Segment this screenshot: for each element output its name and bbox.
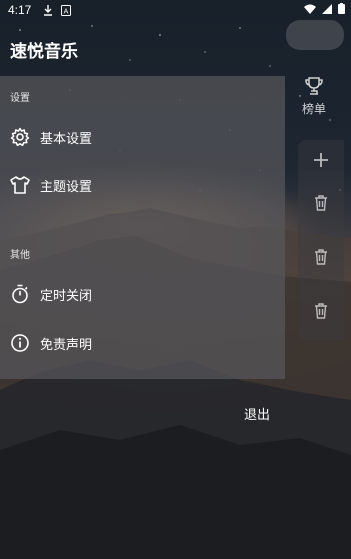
- menu-item-label: 定时关闭: [40, 288, 93, 304]
- menu-item-theme-settings[interactable]: 主题设置: [0, 163, 285, 207]
- tab-charts[interactable]: 榜单: [294, 76, 334, 117]
- delete-icon[interactable]: [312, 194, 330, 212]
- delete-icon[interactable]: [312, 302, 330, 320]
- exit-button[interactable]: 退出: [244, 404, 270, 423]
- svg-text:A: A: [64, 8, 69, 15]
- trophy-icon: [305, 77, 323, 95]
- navigation-drawer: 速悦音乐 设置 基本设置 主题设置 其他 定时关闭 免责声明: [0, 0, 285, 379]
- notification-app-icon: A: [61, 4, 72, 16]
- menu-item-label: 主题设置: [40, 179, 93, 195]
- drawer-title: 速悦音乐: [10, 42, 78, 62]
- signal-icon: [322, 3, 332, 14]
- wifi-icon: [304, 4, 316, 14]
- menu-item-disclaimer[interactable]: 免责声明: [0, 321, 285, 365]
- menu-item-label: 基本设置: [40, 131, 93, 147]
- status-bar: 4:17 A: [0, 0, 351, 20]
- search-bar[interactable]: [286, 20, 344, 50]
- download-icon: [44, 4, 53, 16]
- add-icon[interactable]: [312, 151, 330, 169]
- delete-icon[interactable]: [312, 248, 330, 266]
- battery-icon: [338, 3, 345, 14]
- menu-item-label: 免责声明: [40, 337, 93, 353]
- gear-icon: [10, 127, 30, 147]
- menu-item-sleep-timer[interactable]: 定时关闭: [0, 272, 285, 316]
- info-icon: [11, 334, 29, 352]
- status-time: 4:17: [8, 3, 32, 17]
- menu-item-basic-settings[interactable]: 基本设置: [0, 115, 285, 159]
- tab-charts-label: 榜单: [301, 102, 326, 116]
- section-label-settings: 设置: [10, 93, 30, 104]
- timer-icon: [12, 284, 28, 304]
- tshirt-icon: [10, 176, 30, 194]
- section-label-other: 其他: [10, 250, 30, 261]
